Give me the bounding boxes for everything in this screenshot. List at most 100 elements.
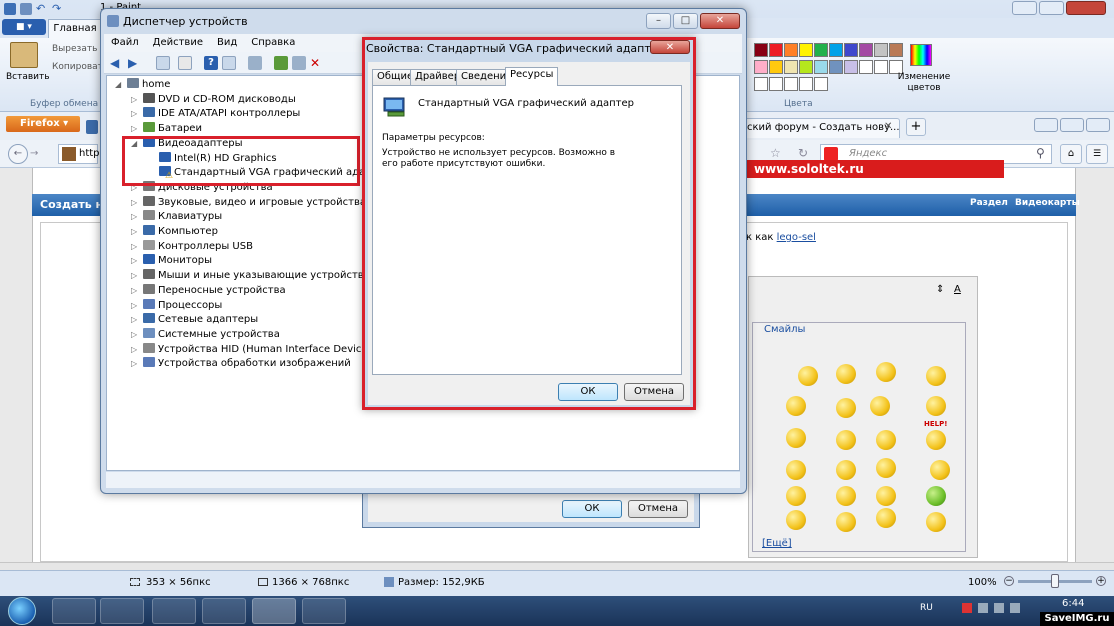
color-swatch[interactable]	[844, 43, 858, 57]
menu-view[interactable]: Вид	[210, 34, 244, 52]
home-icon[interactable]: ⌂	[1060, 144, 1082, 164]
uninstall-icon[interactable]: ✕	[310, 56, 324, 70]
view-icon[interactable]	[222, 56, 236, 70]
menu-file[interactable]: Файл	[104, 34, 146, 52]
firefox-tab-icon[interactable]	[86, 120, 98, 134]
edit-colors-icon[interactable]	[910, 44, 932, 66]
color-swatch[interactable]	[874, 43, 888, 57]
expand-arrow-icon[interactable]: ▷	[131, 93, 141, 107]
back-arrow-icon[interactable]: ◀	[110, 56, 124, 70]
paint-minimize-button[interactable]	[1012, 1, 1037, 15]
volume-icon[interactable]	[994, 603, 1004, 613]
color-swatch[interactable]	[769, 43, 783, 57]
color-swatch[interactable]	[844, 60, 858, 74]
font-size-icon[interactable]: ⇕	[936, 284, 944, 295]
forward-arrow-icon[interactable]: ▶	[128, 56, 142, 70]
back-icon[interactable]: ←	[8, 144, 28, 164]
disable-device-icon[interactable]	[292, 56, 306, 70]
firefox-close-button[interactable]	[1086, 118, 1110, 132]
taskbar-paint-icon[interactable]	[302, 598, 346, 624]
expand-arrow-icon[interactable]: ▷	[131, 254, 141, 268]
reload-icon[interactable]: ↻	[798, 146, 808, 160]
menu-help[interactable]: Справка	[244, 34, 302, 52]
file-menu-tab[interactable]: ■ ▾	[2, 19, 46, 35]
help-icon[interactable]: ?	[204, 56, 218, 70]
smiley-icon[interactable]	[836, 430, 856, 450]
color-swatch[interactable]	[769, 60, 783, 74]
color-swatch[interactable]	[874, 60, 888, 74]
tree-node[interactable]: ▷ Сетевые адаптеры	[131, 313, 258, 327]
zoom-in-button[interactable]: +	[1096, 576, 1106, 586]
tab-resources[interactable]: Ресурсы	[505, 67, 559, 86]
language-indicator[interactable]: RU	[920, 603, 933, 613]
smiley-icon[interactable]	[876, 508, 896, 528]
expand-arrow-icon[interactable]: ▷	[131, 328, 141, 342]
close-button[interactable]: ✕	[700, 13, 740, 29]
color-swatch[interactable]	[799, 43, 813, 57]
smiley-icon[interactable]	[926, 486, 946, 506]
properties-icon[interactable]	[178, 56, 192, 70]
smiley-icon[interactable]	[836, 460, 856, 480]
tree-node[interactable]: ▷ Клавиатуры	[131, 210, 222, 224]
undo-icon[interactable]: ↶	[36, 3, 48, 15]
expand-arrow-icon[interactable]: ▷	[131, 284, 141, 298]
color-swatch[interactable]	[814, 77, 828, 91]
taskbar-media-player-icon[interactable]	[202, 598, 246, 624]
smiley-icon[interactable]	[876, 362, 896, 382]
smiley-icon[interactable]	[926, 366, 946, 386]
taskbar-ie-icon[interactable]	[52, 598, 96, 624]
expand-arrow-icon[interactable]: ▷	[131, 313, 141, 327]
expand-arrow-icon[interactable]: ▷	[131, 357, 141, 371]
expand-arrow-icon[interactable]: ▷	[131, 225, 141, 239]
tree-node[interactable]: ▷ Устройства обработки изображений	[131, 357, 351, 371]
expand-arrow-icon[interactable]: ▷	[131, 269, 141, 283]
bookmark-star-icon[interactable]: ☆	[770, 146, 781, 160]
color-swatch[interactable]	[829, 43, 843, 57]
expand-arrow-icon[interactable]: ▷	[131, 240, 141, 254]
smiley-icon[interactable]	[876, 430, 896, 450]
edit-colors-button[interactable]: Изменение цветов	[896, 72, 952, 94]
smiley-icon[interactable]	[786, 396, 806, 416]
tab-home[interactable]: Главная	[48, 19, 102, 39]
scan-hardware-icon[interactable]	[248, 56, 262, 70]
paint-maximize-button[interactable]	[1039, 1, 1064, 15]
firefox-minimize-button[interactable]	[1034, 118, 1058, 132]
smiley-icon[interactable]	[930, 460, 950, 480]
color-swatch[interactable]	[799, 60, 813, 74]
collapse-arrow-icon[interactable]: ◢	[115, 78, 125, 92]
smiley-icon[interactable]	[836, 398, 856, 418]
smiley-icon[interactable]	[926, 430, 946, 450]
color-swatch[interactable]	[799, 77, 813, 91]
start-button[interactable]	[8, 597, 36, 625]
smiley-icon[interactable]	[926, 512, 946, 532]
cancel-button[interactable]: Отмена	[624, 383, 684, 401]
tree-node[interactable]: ▷ Устройства HID (Human Interface Devices…	[131, 342, 377, 357]
paste-icon[interactable]	[10, 42, 38, 68]
smiley-icon[interactable]	[786, 428, 806, 448]
save-icon[interactable]	[20, 3, 32, 15]
expand-arrow-icon[interactable]: ▷	[131, 299, 141, 313]
tree-node[interactable]: ▷ Системные устройства	[131, 327, 280, 342]
color-swatch[interactable]	[814, 60, 828, 74]
smiley-icon[interactable]	[786, 460, 806, 480]
color-swatch[interactable]	[859, 60, 873, 74]
menu-icon[interactable]: ☰	[1086, 144, 1108, 164]
expand-arrow-icon[interactable]: ▷	[131, 210, 141, 224]
tree-node[interactable]: ▷ Мыши и иные указывающие устройства	[131, 269, 370, 283]
tree-node[interactable]: ▷ Контроллеры USB	[131, 239, 253, 254]
update-driver-icon[interactable]	[274, 56, 288, 70]
dialog-close-button[interactable]: ✕	[650, 40, 690, 54]
expand-arrow-icon[interactable]: ▷	[131, 196, 141, 210]
color-swatch[interactable]	[784, 43, 798, 57]
smiley-icon[interactable]	[786, 510, 806, 530]
username-link[interactable]: lego-sel	[777, 232, 816, 243]
power-icon[interactable]	[1010, 603, 1020, 613]
action-center-icon[interactable]	[962, 603, 972, 613]
firefox-menu-button[interactable]: Firefox ▾	[6, 116, 80, 132]
menu-action[interactable]: Действие	[146, 34, 210, 52]
color-swatch[interactable]	[814, 43, 828, 57]
taskbar-explorer-icon[interactable]	[100, 598, 144, 624]
cut-button[interactable]: Вырезать	[52, 44, 97, 54]
smiley-icon[interactable]	[836, 364, 856, 384]
zoom-out-button[interactable]: −	[1004, 576, 1014, 586]
